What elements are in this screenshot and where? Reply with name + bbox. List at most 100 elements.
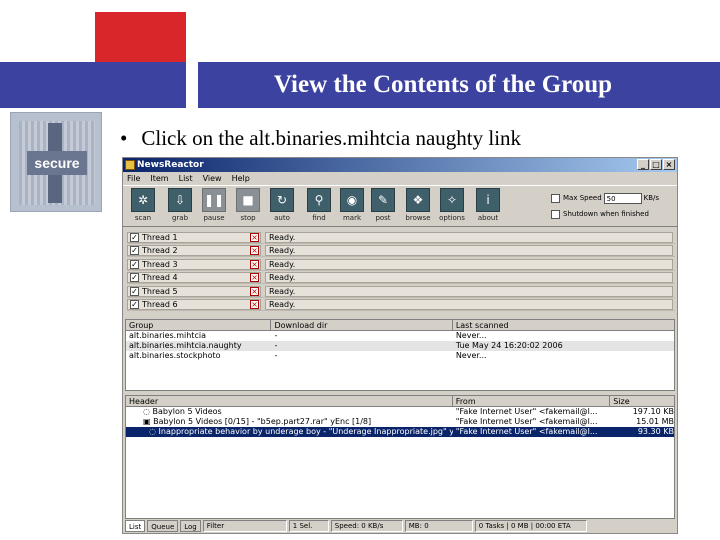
about-button[interactable]: i about	[473, 188, 503, 226]
bullet-dot: •	[120, 126, 128, 150]
thread-checkbox[interactable]: ✓	[130, 233, 139, 242]
thread-name: Thread 4	[142, 273, 178, 283]
max-speed-row: Max Speed 50 KB/s	[551, 190, 675, 206]
col-last-scanned[interactable]: Last scanned	[453, 320, 674, 330]
post-icon: ✎	[371, 188, 395, 212]
thread-cell: ✓ Thread 2 ×	[127, 245, 261, 257]
thread-status: Ready.	[265, 298, 673, 310]
about-label: about	[477, 214, 499, 222]
browse-button[interactable]: ❖ browse	[403, 188, 433, 226]
thread-close-icon[interactable]: ×	[250, 286, 259, 296]
post-button[interactable]: ✎ post	[368, 188, 398, 226]
scan-button[interactable]: ✲ scan	[128, 188, 158, 226]
menu-item[interactable]: Item	[150, 172, 168, 185]
group-row[interactable]: alt.binaries.mihtcia.naughty - Tue May 24 …	[126, 341, 674, 351]
thread-checkbox[interactable]: ✓	[130, 246, 139, 256]
group-row[interactable]: alt.binaries.mihtcia - Never...	[126, 331, 674, 341]
close-button[interactable]: ×	[663, 159, 675, 170]
shutdown-checkbox[interactable]	[551, 209, 560, 219]
stop-button[interactable]: ■ stop	[233, 188, 263, 226]
find-icon: ⚲	[307, 188, 331, 212]
group-rows: alt.binaries.mihtcia - Never... alt.binarie…	[126, 331, 674, 361]
options-label: options	[439, 214, 465, 222]
menu-view[interactable]: View	[203, 172, 222, 185]
thread-close-icon[interactable]: ×	[250, 259, 259, 269]
filter-field[interactable]: Filter	[202, 520, 287, 532]
thread-cell: ✓ Thread 5 ×	[127, 285, 261, 297]
article-icon: ◌	[143, 407, 153, 416]
thread-close-icon[interactable]: ×	[250, 233, 259, 242]
pause-icon: ❚❚	[202, 188, 226, 212]
thread-close-icon[interactable]: ×	[250, 299, 259, 309]
col-header[interactable]: Header	[126, 396, 453, 406]
header-from-cell: "Fake Internet User" <fakemail@l...	[455, 407, 598, 416]
thread-name: Thread 2	[142, 246, 178, 256]
mb-display: MB: 0	[404, 520, 473, 532]
group-group-cell: alt.binaries.mihtcia.naughty	[129, 341, 242, 350]
mark-button[interactable]: ◉ mark	[337, 188, 367, 226]
thread-checkbox[interactable]: ✓	[130, 299, 139, 309]
group-dir-cell: -	[274, 351, 278, 360]
thread-checkbox[interactable]: ✓	[130, 286, 139, 296]
col-group[interactable]: Group	[126, 320, 272, 330]
thread-status: Ready.	[265, 245, 673, 257]
max-speed-label: Max Speed	[563, 194, 602, 202]
speed-display: Speed: 0 KB/s	[330, 520, 403, 532]
group-dir-cell: -	[274, 341, 278, 350]
slide-title: View the Contents of the Group	[273, 71, 613, 98]
browse-icon: ❖	[406, 188, 430, 212]
group-scanned-cell: Never...	[455, 351, 487, 360]
app-icon	[125, 160, 135, 170]
thread-checkbox[interactable]: ✓	[130, 273, 139, 283]
window-titlebar[interactable]: NewsReactor _ □ ×	[123, 158, 677, 172]
options-button[interactable]: ✧ options	[437, 188, 467, 226]
options-panel: Max Speed 50 KB/s Shutdown when finished	[551, 190, 675, 222]
scan-label: scan	[134, 214, 152, 222]
minimize-button[interactable]: _	[637, 159, 649, 170]
tab-list[interactable]: List	[125, 520, 146, 532]
group-row[interactable]: alt.binaries.stockphoto - Never...	[126, 351, 674, 361]
group-dir-cell: -	[274, 331, 278, 340]
find-button[interactable]: ⚲ find	[304, 188, 334, 226]
header-from-cell: "Fake Internet User" <fakemail@l...	[455, 417, 598, 426]
thread-status: Ready.	[265, 272, 673, 284]
max-speed-checkbox[interactable]	[551, 193, 560, 203]
menu-list[interactable]: List	[179, 172, 193, 185]
maximize-button[interactable]: □	[650, 159, 662, 170]
group-scanned-cell: Never...	[455, 331, 487, 340]
max-speed-input[interactable]: 50	[603, 192, 642, 204]
max-speed-unit: KB/s	[643, 194, 660, 202]
headers-list: Header From Size ◌ Babylon 5 Videos "Fake…	[125, 395, 675, 519]
header-text: Babylon 5 Videos [0/15] - "b5ep.part27.r…	[153, 417, 372, 426]
menu-help[interactable]: Help	[232, 172, 250, 185]
thread-row: ✓ Thread 1 × Ready.	[127, 231, 675, 244]
thread-checkbox[interactable]: ✓	[130, 259, 139, 269]
thread-close-icon[interactable]: ×	[250, 246, 259, 256]
options-icon: ✧	[440, 188, 464, 212]
header-row[interactable]: ◌ Inappropriate behavior by underage boy…	[126, 427, 674, 437]
col-download-dir[interactable]: Download dir	[271, 320, 453, 330]
groups-header: Group Download dir Last scanned	[126, 320, 674, 331]
tab-queue[interactable]: Queue	[147, 520, 179, 532]
stop-label: stop	[240, 214, 256, 222]
tab-log[interactable]: Log	[180, 520, 201, 532]
menu-file[interactable]: File	[127, 172, 140, 185]
col-from[interactable]: From	[453, 396, 611, 406]
header-row[interactable]: ◌ Babylon 5 Videos "Fake Internet User" <…	[126, 407, 674, 417]
grab-label: grab	[171, 214, 189, 222]
thread-status: Ready.	[265, 258, 673, 270]
header-cell: ◌ Inappropriate behavior by underage boy…	[126, 427, 453, 437]
stop-icon: ■	[236, 188, 260, 212]
grab-button[interactable]: ⇩ grab	[165, 188, 195, 226]
thread-name: Thread 6	[142, 299, 178, 309]
thread-close-icon[interactable]: ×	[250, 273, 259, 283]
pause-button[interactable]: ❚❚ pause	[199, 188, 229, 226]
mark-label: mark	[342, 214, 362, 222]
toolbar: Max Speed 50 KB/s Shutdown when finished…	[123, 185, 677, 227]
header-row[interactable]: ▣ Babylon 5 Videos [0/15] - "b5ep.part27…	[126, 417, 674, 427]
shutdown-row: Shutdown when finished	[551, 206, 675, 222]
header-text: Babylon 5 Videos	[152, 407, 222, 416]
col-size[interactable]: Size	[610, 396, 674, 406]
menu-bar: File Item List View Help	[123, 172, 677, 185]
auto-button[interactable]: ↻ auto	[267, 188, 297, 226]
